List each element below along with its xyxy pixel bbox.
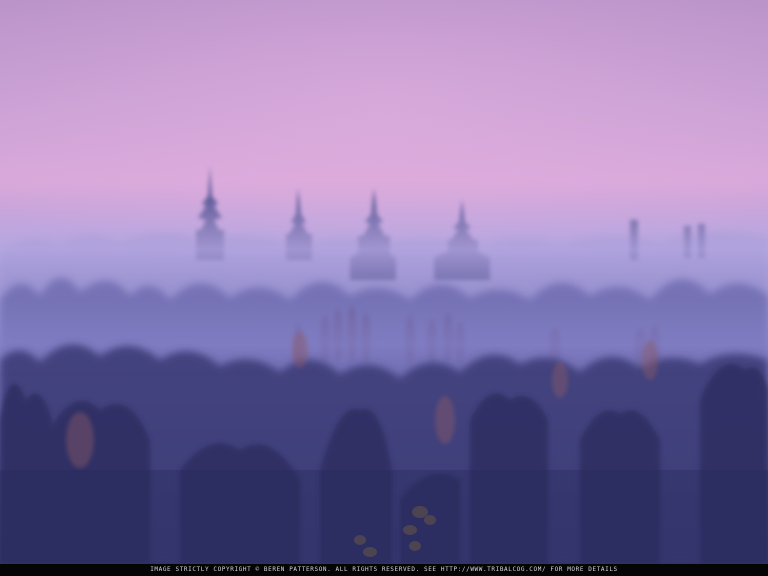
photo-frame: IMAGE STRICTLY COPYRIGHT © BEREN PATTERS…	[0, 0, 768, 576]
copyright-bar: IMAGE STRICTLY COPYRIGHT © BEREN PATTERS…	[0, 564, 768, 576]
copyright-caption: IMAGE STRICTLY COPYRIGHT © BEREN PATTERS…	[150, 566, 618, 573]
misty-pagoda-photo	[0, 0, 768, 564]
